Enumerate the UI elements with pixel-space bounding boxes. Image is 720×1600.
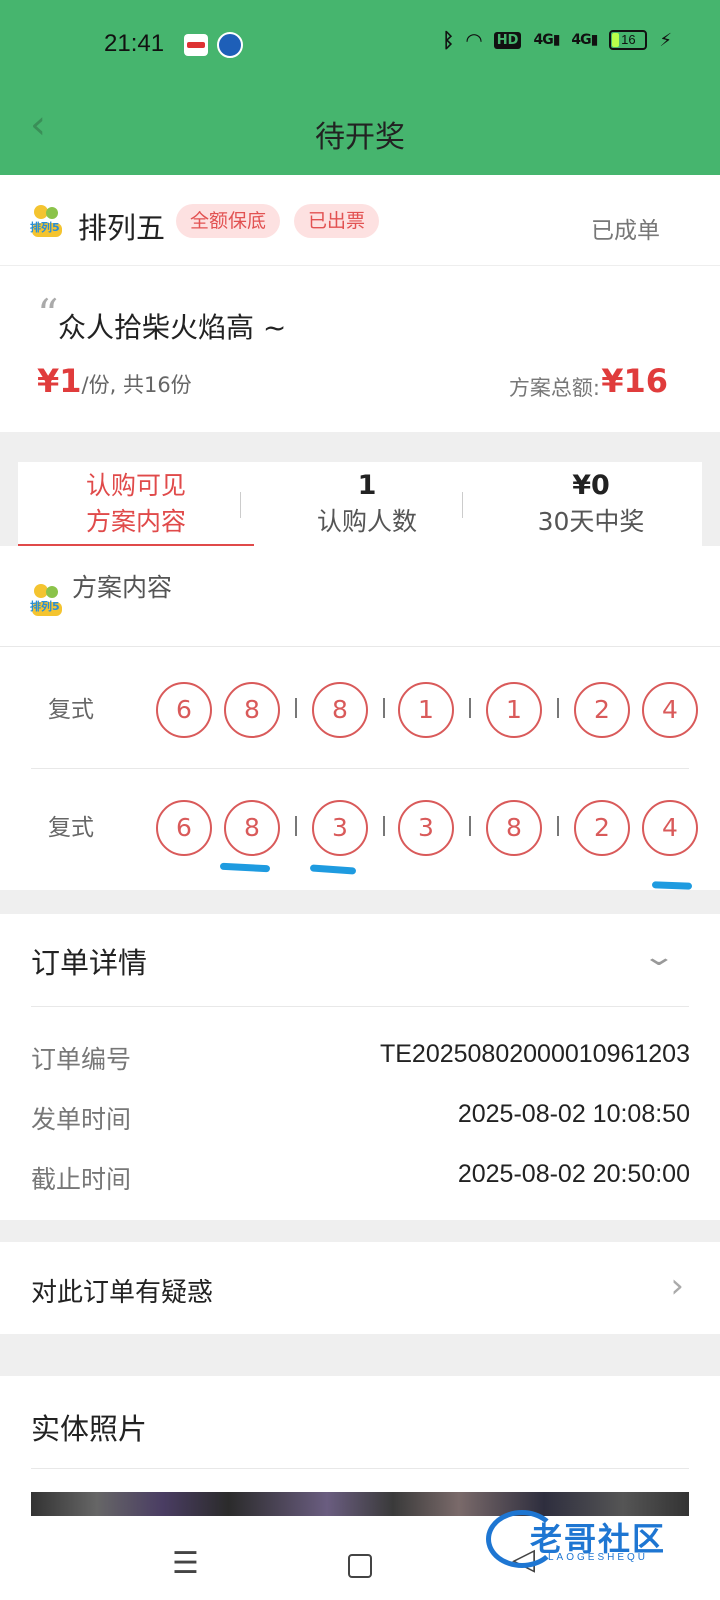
- plan-summary: “ 众人拾柴火焰高 ~ ¥1/份, 共16份 方案总额: ¥16: [0, 266, 720, 432]
- number-ball: 2: [574, 800, 630, 856]
- status-time: 21:41: [104, 30, 165, 57]
- number-ball: 8: [224, 682, 280, 738]
- battery-icon: 16: [609, 30, 648, 50]
- number-ball: 1: [486, 682, 542, 738]
- bluetooth-icon: ᛒ: [442, 28, 455, 52]
- unit-price: ¥1/份, 共16份: [37, 362, 192, 400]
- column-separator: [295, 698, 297, 718]
- app-notification-icon: [184, 34, 208, 56]
- bet-type-label: 复式: [48, 815, 94, 841]
- watermark-logo: 老哥社区 LAOGESHEQU: [486, 1508, 706, 1570]
- ticket-photos-title: 实体照片: [31, 1412, 148, 1446]
- lottery-logo-icon: 排列5: [30, 584, 64, 618]
- signal-icon-2: 4G▮: [571, 32, 598, 48]
- lottery-header: 排列5 排列五 全额保底 已出票 已成单: [0, 175, 720, 265]
- order-number-label: 订单编号: [31, 1045, 132, 1074]
- tab-30day-winnings[interactable]: ¥0 30天中奖: [480, 462, 702, 546]
- app-notification-icon-2: [217, 32, 243, 58]
- chevron-right-icon: ›: [670, 1266, 684, 1306]
- number-ball: 6: [156, 682, 212, 738]
- number-ball: 2: [574, 682, 630, 738]
- annotation-underline: [651, 881, 693, 890]
- number-ball: 3: [398, 800, 454, 856]
- deadline-label: 截止时间: [31, 1165, 132, 1194]
- bet-type-label: 复式: [48, 697, 94, 723]
- number-ball: 3: [312, 800, 368, 856]
- nav-bar: ‹ 待开奖: [0, 88, 720, 175]
- column-separator: [469, 816, 471, 836]
- number-ball: 4: [642, 682, 698, 738]
- deadline-value: 2025-08-02 20:50:00: [457, 1160, 690, 1188]
- quote-icon: “: [37, 290, 59, 339]
- column-separator: [557, 698, 559, 718]
- share-info: /份, 共16份: [81, 373, 192, 397]
- plan-content: 排列5 方案内容 复式 6 8 8 1 1 2 4 复式 6 8 3 3 8 2…: [0, 546, 720, 890]
- column-separator: [469, 698, 471, 718]
- issue-time-label: 发单时间: [31, 1105, 132, 1134]
- column-separator: [295, 816, 297, 836]
- tab-subscriber-count[interactable]: 1 认购人数: [254, 462, 480, 546]
- number-ball: 8: [486, 800, 542, 856]
- tab-plan-visibility[interactable]: 认购可见 方案内容: [18, 462, 254, 546]
- number-ball: 8: [312, 682, 368, 738]
- menu-icon[interactable]: ☰: [172, 1546, 199, 1581]
- column-separator: [383, 698, 385, 718]
- home-icon[interactable]: [348, 1554, 372, 1578]
- order-detail-card: 订单详情 ⌄ 订单编号 TE20250802000010961203 发单时间 …: [0, 914, 720, 1220]
- number-ball: 8: [224, 800, 280, 856]
- column-separator: [383, 816, 385, 836]
- lottery-name: 排列五: [78, 211, 166, 245]
- plan-slogan: 众人拾柴火焰高 ~: [58, 311, 287, 344]
- number-ball: 6: [156, 800, 212, 856]
- total-value: ¥16: [601, 362, 668, 400]
- status-bar: 21:41 ᛒ ◠ HD 4G▮ 4G▮ 16 ⚡: [0, 0, 720, 88]
- tag-full-guarantee: 全额保底: [176, 204, 281, 238]
- order-question-row[interactable]: 对此订单有疑惑 ›: [0, 1242, 720, 1334]
- wifi-icon: ◠: [466, 28, 482, 52]
- annotation-underline: [219, 862, 271, 873]
- number-ball: 4: [642, 800, 698, 856]
- section-title: 方案内容: [72, 573, 173, 602]
- order-detail-title: 订单详情: [31, 946, 148, 980]
- order-question-label: 对此订单有疑惑: [31, 1278, 214, 1308]
- column-separator: [557, 816, 559, 836]
- tag-ticket-issued: 已出票: [294, 204, 380, 238]
- page-title: 待开奖: [315, 120, 405, 155]
- lottery-logo-icon: 排列5: [30, 205, 64, 239]
- order-number-value: TE20250802000010961203: [379, 1040, 690, 1068]
- chevron-down-icon[interactable]: ⌄: [642, 942, 677, 972]
- charging-icon: ⚡: [659, 29, 672, 51]
- order-status: 已成单: [591, 218, 660, 244]
- signal-icon: 4G▮: [533, 32, 560, 48]
- number-ball: 1: [398, 682, 454, 738]
- stats-tabs: 认购可见 方案内容 1 认购人数 ¥0 30天中奖: [18, 462, 702, 546]
- hd-icon: HD: [493, 31, 522, 49]
- issue-time-value: 2025-08-02 10:08:50: [457, 1100, 690, 1128]
- annotation-underline: [309, 864, 357, 875]
- total-label: 方案总额:: [508, 376, 600, 400]
